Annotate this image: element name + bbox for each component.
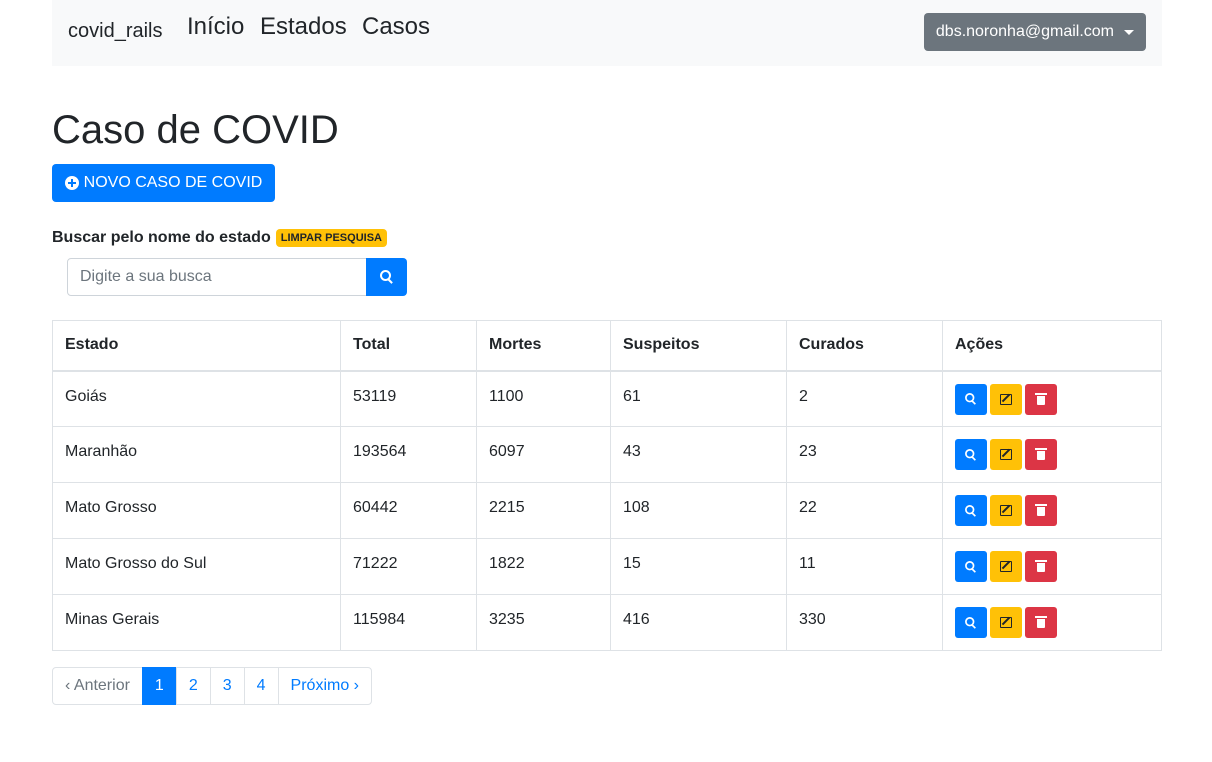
cell-estado: Maranhão — [52, 426, 341, 483]
pagination-page-3[interactable]: 3 — [209, 667, 245, 705]
cell-actions — [942, 594, 1162, 651]
delete-button[interactable] — [1025, 551, 1057, 582]
edit-icon — [1000, 617, 1012, 628]
search-button[interactable] — [366, 258, 407, 296]
cell-curados: 11 — [786, 538, 943, 595]
search-label: Buscar pelo nome do estado — [52, 229, 271, 246]
table-row: Minas Gerais 115984 3235 416 330 — [52, 594, 1162, 651]
search-icon — [965, 393, 977, 405]
search-icon — [965, 560, 977, 573]
page-title: Caso de COVID — [52, 108, 339, 152]
cell-mortes: 6097 — [476, 426, 611, 483]
cell-total: 60442 — [340, 482, 477, 539]
pagination-page-1[interactable]: 1 — [141, 667, 177, 705]
edit-button[interactable] — [990, 495, 1022, 526]
column-header-suspeitos: Suspeitos — [610, 320, 787, 372]
nav-link-estados[interactable]: Estados — [260, 13, 347, 41]
clear-search-badge[interactable]: LIMPAR PESQUISA — [275, 229, 387, 247]
column-header-estado: Estado — [52, 320, 341, 372]
brand-link[interactable]: covid_rails — [68, 20, 162, 43]
column-header-total: Total — [340, 320, 477, 372]
user-dropdown-button[interactable]: dbs.noronha@gmail.com — [923, 13, 1146, 51]
chevron-down-icon — [1124, 29, 1134, 35]
edit-icon — [1000, 505, 1012, 516]
table-row: Goiás 53119 1100 61 2 — [52, 370, 1162, 427]
plus-circle-icon — [64, 176, 79, 190]
cell-suspeitos: 108 — [610, 482, 787, 539]
trash-icon — [1035, 560, 1047, 572]
cell-actions — [942, 482, 1162, 539]
pagination: ‹ Anterior 1 2 3 4 Próximo › — [52, 667, 372, 705]
cell-total: 53119 — [340, 370, 477, 427]
search-icon — [965, 616, 977, 629]
new-case-button[interactable]: NOVO CASO DE COVID — [52, 164, 275, 202]
cell-suspeitos: 43 — [610, 426, 787, 483]
cell-mortes: 3235 — [476, 594, 611, 651]
cell-suspeitos: 416 — [610, 594, 787, 651]
cell-estado: Mato Grosso do Sul — [52, 538, 341, 595]
table-row: Mato Grosso 60442 2215 108 22 — [52, 482, 1162, 539]
pagination-page-2[interactable]: 2 — [175, 667, 211, 705]
table-row: Maranhão 193564 6097 43 23 — [52, 426, 1162, 483]
table-header-row: Estado Total Mortes Suspeitos Curados Aç… — [52, 320, 1162, 372]
cell-estado: Minas Gerais — [52, 594, 341, 651]
search-icon — [965, 448, 977, 461]
delete-button[interactable] — [1025, 495, 1057, 526]
cell-actions — [942, 426, 1162, 483]
edit-icon — [1000, 393, 1012, 405]
show-button[interactable] — [955, 439, 987, 470]
trash-icon — [1035, 392, 1047, 405]
edit-button[interactable] — [990, 607, 1022, 638]
show-button[interactable] — [955, 383, 987, 415]
cell-total: 115984 — [340, 594, 477, 651]
nav-link-casos[interactable]: Casos — [362, 13, 430, 41]
cell-suspeitos: 15 — [610, 538, 787, 595]
pagination-prev[interactable]: ‹ Anterior — [52, 667, 143, 705]
cell-estado: Mato Grosso — [52, 482, 341, 539]
edit-button[interactable] — [990, 439, 1022, 470]
trash-icon — [1035, 504, 1047, 516]
pagination-page-4[interactable]: 4 — [243, 667, 279, 705]
cell-mortes: 1822 — [476, 538, 611, 595]
edit-icon — [1000, 449, 1012, 460]
cell-actions — [942, 370, 1162, 427]
trash-icon — [1035, 448, 1047, 460]
pagination-next[interactable]: Próximo › — [277, 667, 372, 705]
column-header-mortes: Mortes — [476, 320, 611, 372]
cases-table: Estado Total Mortes Suspeitos Curados Aç… — [52, 320, 1162, 651]
show-button[interactable] — [955, 551, 987, 582]
cell-curados: 330 — [786, 594, 943, 651]
delete-button[interactable] — [1025, 383, 1057, 415]
trash-icon — [1035, 616, 1047, 628]
nav-link-inicio[interactable]: Início — [187, 13, 244, 41]
cell-mortes: 1100 — [476, 370, 611, 427]
delete-button[interactable] — [1025, 607, 1057, 638]
new-case-label: NOVO CASO DE COVID — [83, 174, 263, 191]
edit-button[interactable] — [990, 551, 1022, 582]
search-icon — [965, 504, 977, 517]
delete-button[interactable] — [1025, 439, 1057, 470]
cell-actions — [942, 538, 1162, 595]
table-row: Mato Grosso do Sul 71222 1822 15 11 — [52, 538, 1162, 595]
show-button[interactable] — [955, 495, 987, 526]
cell-estado: Goiás — [52, 370, 341, 427]
show-button[interactable] — [955, 607, 987, 638]
cell-curados: 23 — [786, 426, 943, 483]
search-input[interactable] — [67, 258, 367, 296]
column-header-acoes: Ações — [942, 320, 1162, 372]
cell-mortes: 2215 — [476, 482, 611, 539]
user-email: dbs.noronha@gmail.com — [935, 23, 1114, 40]
cell-total: 71222 — [340, 538, 477, 595]
cell-curados: 22 — [786, 482, 943, 539]
cell-suspeitos: 61 — [610, 370, 787, 427]
cell-total: 193564 — [340, 426, 477, 483]
cell-curados: 2 — [786, 370, 943, 427]
column-header-curados: Curados — [786, 320, 943, 372]
navbar: covid_rails Início Estados Casos dbs.nor… — [52, 0, 1162, 66]
search-icon — [379, 270, 394, 284]
edit-icon — [1000, 561, 1012, 572]
edit-button[interactable] — [990, 383, 1022, 415]
search-label-row: Buscar pelo nome do estado LIMPAR PESQUI… — [52, 229, 387, 247]
